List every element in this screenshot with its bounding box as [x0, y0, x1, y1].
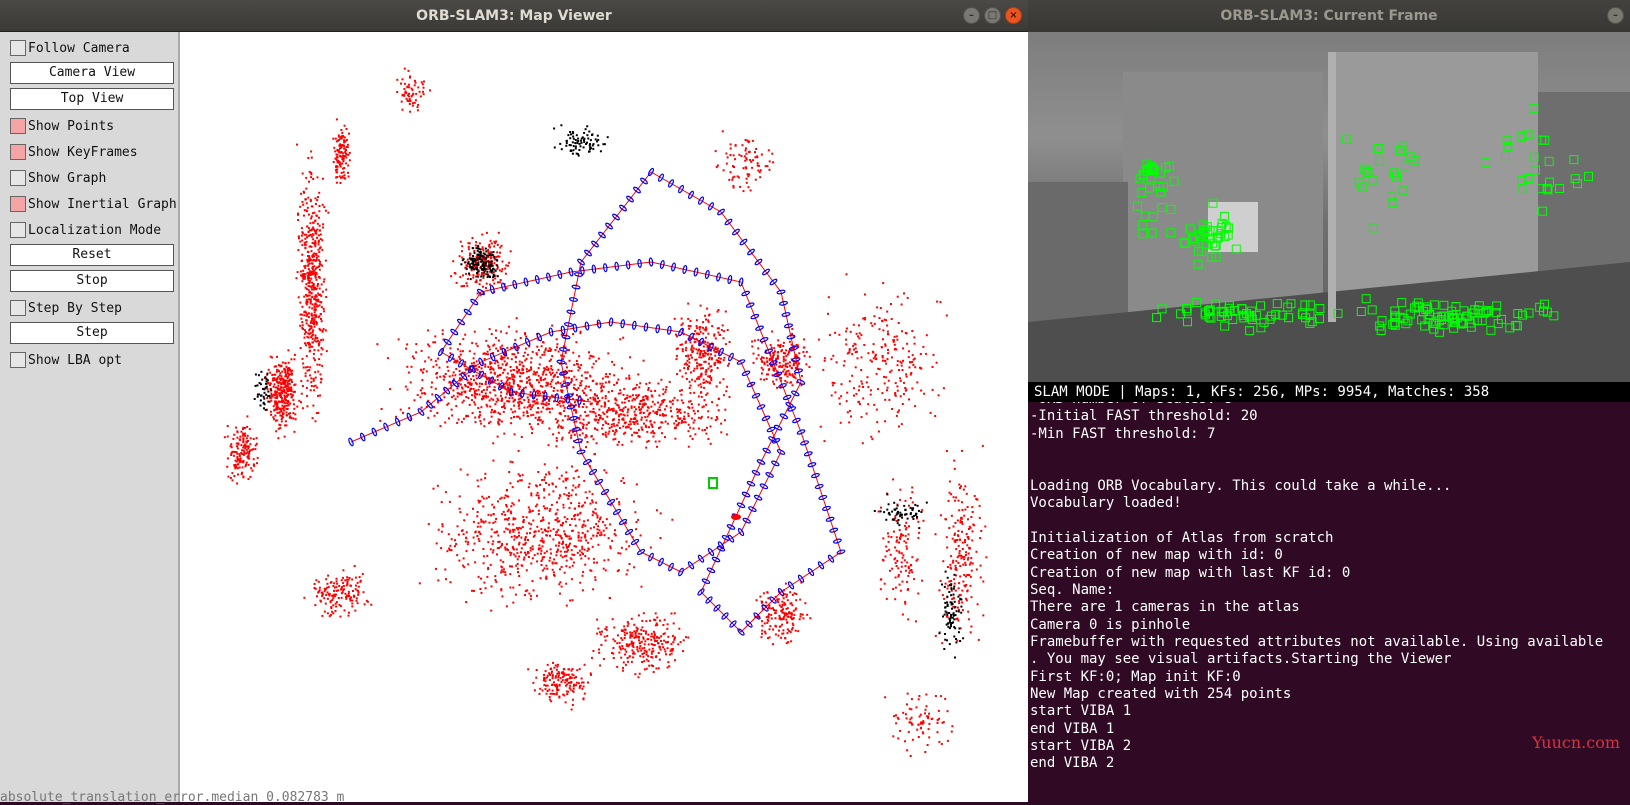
checkbox-box[interactable] [10, 118, 26, 134]
cardboard-panel-left [1123, 72, 1323, 322]
close-button[interactable]: × [1005, 7, 1022, 24]
camera-scene-with-features [1028, 32, 1630, 382]
terminal-line: Creation of new map with last KF id: 0 [1030, 564, 1350, 582]
top-view-button[interactable]: Top View [10, 88, 174, 110]
show-lba-opt-label: Show LBA opt [28, 353, 122, 368]
terminal-line: There are 1 cameras in the atlas [1030, 598, 1300, 616]
checkbox-box[interactable] [10, 144, 26, 160]
localization-mode-checkbox[interactable]: Localization Mode [10, 219, 161, 241]
panel-edge [1328, 52, 1336, 322]
map-viewer-window-controls: – □ × [963, 7, 1022, 24]
stop-button[interactable]: Stop [10, 270, 174, 292]
map-viewer-titlebar[interactable]: ORB-SLAM3: Map Viewer – □ × [0, 0, 1028, 32]
watermark: Yuucn.com [1532, 733, 1620, 752]
terminal-line: New Map created with 254 points [1030, 685, 1291, 703]
show-graph-label: Show Graph [28, 171, 106, 186]
terminal-line: First KF:0; Map init KF:0 [1030, 668, 1241, 686]
checkbox-box[interactable] [10, 222, 26, 238]
terminal-line: -Min FAST threshold: 7 [1030, 425, 1215, 443]
follow-camera-label: Follow Camera [28, 41, 130, 56]
checkbox-box[interactable] [10, 196, 26, 212]
map-viewer-window: ORB-SLAM3: Map Viewer – □ × Follow Camer… [0, 0, 1028, 802]
checkbox-box[interactable] [10, 170, 26, 186]
localization-mode-label: Localization Mode [28, 223, 161, 238]
background-terminal-text: absolute_translation_error.median 0.0827… [0, 790, 344, 805]
show-points-label: Show Points [28, 119, 114, 134]
terminal-line: Creation of new map with id: 0 [1030, 546, 1283, 564]
terminal-line: Seq. Name: [1030, 581, 1114, 599]
terminal-line: Initialization of Atlas from scratch [1030, 529, 1333, 547]
checkbox-box[interactable] [10, 300, 26, 316]
show-inertial-graph-checkbox[interactable]: Show Inertial Graph [10, 193, 177, 215]
map-viewer-title: ORB-SLAM3: Map Viewer [416, 8, 612, 24]
terminal-line: start VIBA 2 [1030, 737, 1131, 755]
checkbox-box[interactable] [10, 352, 26, 368]
sofa-left [1028, 182, 1128, 322]
terminal-line: Loading ORB Vocabulary. This could take … [1030, 477, 1451, 495]
control-panel: Follow Camera Camera View Top View Show … [0, 32, 180, 802]
step-by-step-checkbox[interactable]: Step By Step [10, 297, 122, 319]
show-keyframes-label: Show KeyFrames [28, 145, 138, 160]
current-frame-window-controls: – [1607, 7, 1624, 24]
terminal-line: . You may see visual artifacts.Starting … [1030, 650, 1451, 668]
map-points-red [224, 68, 988, 757]
checkbox-box[interactable] [10, 40, 26, 56]
terminal-line: Vocabulary loaded! [1030, 494, 1182, 512]
current-frame-titlebar[interactable]: ORB-SLAM3: Current Frame – [1028, 0, 1630, 32]
show-graph-checkbox[interactable]: Show Graph [10, 167, 106, 189]
camera-frame-image [1028, 32, 1630, 382]
show-lba-opt-checkbox[interactable]: Show LBA opt [10, 349, 122, 371]
camera-view-button[interactable]: Camera View [10, 62, 174, 84]
step-by-step-label: Step By Step [28, 301, 122, 316]
minimize-button[interactable]: – [1607, 7, 1624, 24]
follow-camera-checkbox[interactable]: Follow Camera [10, 37, 130, 59]
minimize-button[interactable]: – [963, 7, 980, 24]
maximize-button[interactable]: □ [984, 7, 1001, 24]
local-map-marker [731, 514, 741, 520]
terminal-line: -Initial FAST threshold: 20 [1030, 407, 1258, 425]
terminal-line: Camera 0 is pinhole [1030, 616, 1190, 634]
show-keyframes-checkbox[interactable]: Show KeyFrames [10, 141, 138, 163]
show-inertial-graph-label: Show Inertial Graph [28, 197, 177, 212]
current-frame-title: ORB-SLAM3: Current Frame [1220, 8, 1437, 24]
terminal-line: start VIBA 1 [1030, 702, 1131, 720]
current-camera-marker [709, 478, 717, 488]
map-3d-canvas[interactable] [181, 32, 1028, 802]
terminal-line: end VIBA 1 [1030, 720, 1114, 738]
terminal-output[interactable]: -ORB number of scales: 8 -Initial FAST t… [1028, 402, 1630, 802]
step-button[interactable]: Step [10, 322, 174, 344]
terminal-line: Framebuffer with requested attributes no… [1030, 633, 1603, 651]
map-point-cloud[interactable] [181, 32, 1028, 802]
current-frame-window: ORB-SLAM3: Current Frame – SLAM MODE | M… [1028, 0, 1630, 802]
reset-button[interactable]: Reset [10, 244, 174, 266]
terminal-line: end VIBA 2 [1030, 754, 1114, 772]
show-points-checkbox[interactable]: Show Points [10, 115, 114, 137]
slam-status-bar: SLAM MODE | Maps: 1, KFs: 256, MPs: 9954… [1028, 382, 1630, 402]
